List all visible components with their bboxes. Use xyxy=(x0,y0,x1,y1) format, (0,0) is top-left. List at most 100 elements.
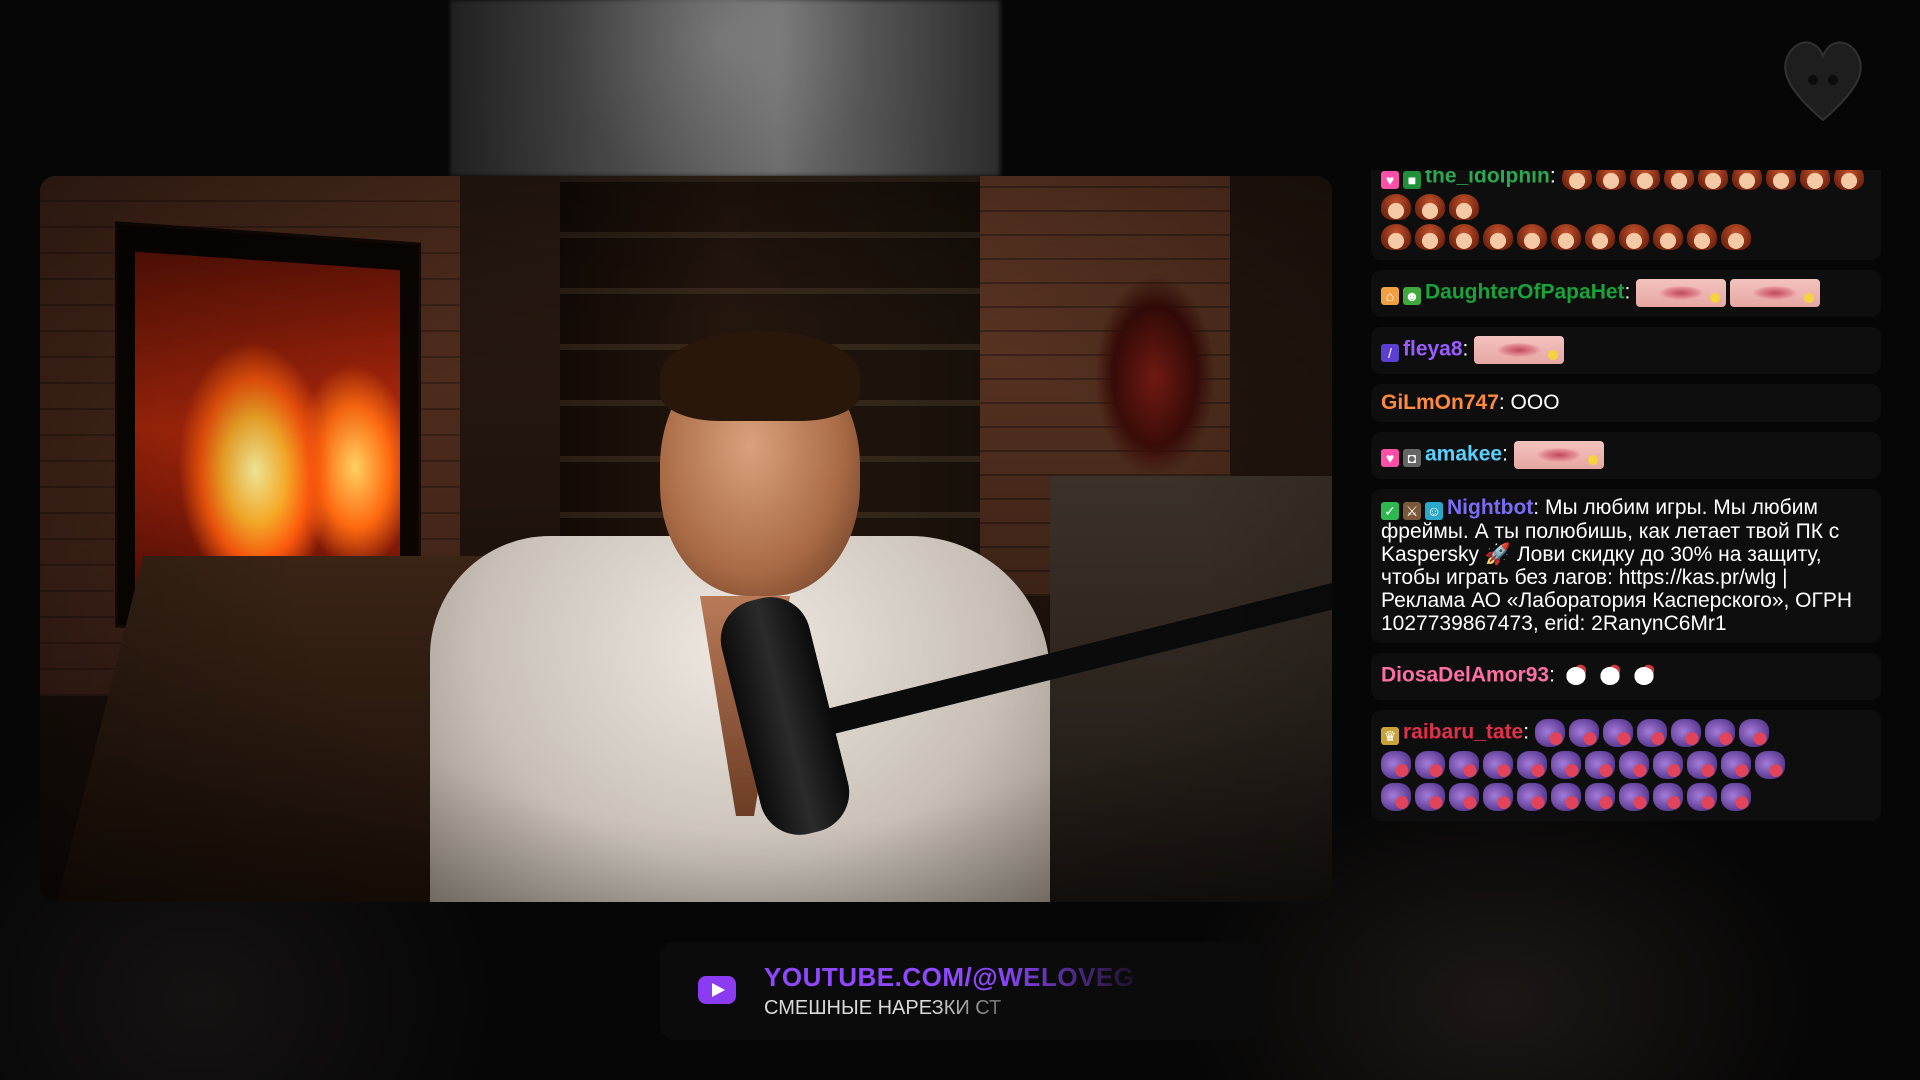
creature-emote xyxy=(1721,751,1751,779)
girl-emote xyxy=(1449,224,1479,250)
creature-emote xyxy=(1653,783,1683,811)
chat-separator: : xyxy=(1624,280,1637,304)
chat-text: ООО xyxy=(1510,391,1560,414)
chat-message: GiLmOn747: ООО xyxy=(1371,384,1881,422)
girl-emote xyxy=(1619,224,1649,250)
creature-emote xyxy=(1551,751,1581,779)
trophy-badge-icon: ♛ xyxy=(1381,726,1399,745)
creature-emote xyxy=(1381,751,1411,779)
girl-emote xyxy=(1381,194,1411,220)
creature-emote xyxy=(1636,719,1667,747)
girl-emote xyxy=(1697,170,1728,190)
chat-panel: ♥ ■ the_idolphin: ⌂ ☻ DaughterOfPapaHet: / fl… xyxy=(1371,170,1881,905)
creature-emote xyxy=(1704,719,1735,747)
chat-message: ♥ ◘ amakee: xyxy=(1371,432,1881,479)
creature-emote xyxy=(1687,751,1717,779)
girl-emote xyxy=(1415,224,1445,250)
creature-emote xyxy=(1602,719,1633,747)
emote-row xyxy=(1381,781,1873,813)
check-badge-icon: ✓ xyxy=(1381,502,1399,520)
creature-emote xyxy=(1534,719,1565,747)
creature-emote xyxy=(1670,719,1701,747)
chat-separator: : xyxy=(1533,496,1545,519)
chat-username[interactable]: fleya8 xyxy=(1403,338,1463,361)
chat-username[interactable]: Nightbot xyxy=(1447,496,1533,519)
horse-emote xyxy=(1628,662,1659,690)
channel-banner[interactable]: YOUTUBE.COM/@WELOVEG СМЕШНЫЕ НАРЕЗКИ СТ xyxy=(660,942,1260,1040)
horse-emote xyxy=(1560,662,1591,690)
chat-username[interactable]: amakee xyxy=(1425,443,1502,466)
girl-emote xyxy=(1483,224,1513,250)
girl-emote xyxy=(1585,224,1615,250)
background-blur-block xyxy=(450,0,1000,176)
chat-username[interactable]: the_idolphin xyxy=(1425,170,1550,188)
girl-emote xyxy=(1799,170,1830,190)
creature-emote xyxy=(1517,783,1547,811)
banner-subtitle: СМЕШНЫЕ НАРЕЗКИ СТ xyxy=(764,997,1002,1019)
girl-emote xyxy=(1731,170,1762,190)
lips-emote xyxy=(1474,336,1565,364)
chat-separator: : xyxy=(1502,442,1514,466)
creature-emote xyxy=(1585,783,1615,811)
girl-emote xyxy=(1449,194,1479,220)
creature-emote xyxy=(1415,751,1445,779)
gamepad-badge-icon: ◘ xyxy=(1403,448,1421,467)
chat-username[interactable]: GiLmOn747 xyxy=(1381,391,1499,414)
horse-emote xyxy=(1594,662,1625,690)
creature-emote xyxy=(1755,751,1785,779)
lips-emote xyxy=(1513,441,1604,469)
banner-title: YOUTUBE.COM/@WELOVEG xyxy=(764,962,1135,992)
chat-separator: : xyxy=(1462,337,1475,361)
sword-badge-icon: ⚔ xyxy=(1403,502,1421,520)
girl-emote xyxy=(1663,170,1694,190)
heart-badge-icon: ♥ xyxy=(1381,170,1399,189)
heart-logo-icon xyxy=(1784,41,1862,122)
robot-badge-icon: ☺ xyxy=(1425,502,1443,520)
frog-badge-icon: ☻ xyxy=(1403,286,1421,305)
girl-emote xyxy=(1561,170,1592,190)
webcam-video xyxy=(40,176,1332,902)
creature-emote xyxy=(1517,751,1547,779)
girl-emote xyxy=(1833,170,1864,190)
creature-emote xyxy=(1449,783,1479,811)
girl-emote xyxy=(1415,194,1445,220)
creature-emote xyxy=(1483,783,1513,811)
chat-separator: : xyxy=(1549,663,1561,687)
chat-message: ✓ ⚔ ☺ Nightbot: Мы любим игры. Мы любим фре… xyxy=(1371,489,1881,643)
emote-row xyxy=(1381,749,1873,781)
rainbow-badge-icon: / xyxy=(1381,343,1399,362)
chat-message: ♥ ■ the_idolphin: xyxy=(1371,170,1881,260)
girl-emote xyxy=(1629,170,1660,190)
chat-message: DiosaDelAmor93: xyxy=(1371,653,1881,700)
chat-separator: : xyxy=(1549,170,1562,188)
girl-emote xyxy=(1765,170,1796,190)
creature-emote xyxy=(1381,783,1411,811)
chat-separator: : xyxy=(1523,720,1535,744)
girl-emote xyxy=(1551,224,1581,250)
creature-emote xyxy=(1449,751,1479,779)
creature-emote xyxy=(1619,783,1649,811)
girl-emote xyxy=(1721,224,1751,250)
girl-emote xyxy=(1595,170,1626,190)
emote-row xyxy=(1381,222,1873,252)
creature-emote xyxy=(1551,783,1581,811)
creature-emote xyxy=(1619,751,1649,779)
chat-message: ⌂ ☻ DaughterOfPapaHet: xyxy=(1371,270,1881,317)
chat-separator: : xyxy=(1498,391,1511,414)
chat-username[interactable]: DaughterOfPapaHet xyxy=(1425,281,1625,304)
video-vignette xyxy=(40,176,1332,902)
chat-username[interactable]: DiosaDelAmor93 xyxy=(1381,664,1549,687)
girl-emote xyxy=(1687,224,1717,250)
creature-emote xyxy=(1483,751,1513,779)
chat-message: / fleya8: xyxy=(1371,327,1881,374)
girl-emote xyxy=(1517,224,1547,250)
creature-emote xyxy=(1653,751,1683,779)
creature-emote xyxy=(1738,719,1769,747)
chat-username[interactable]: raibaru_tate xyxy=(1403,721,1523,744)
creature-emote xyxy=(1721,783,1751,811)
chat-message: ♛ raibaru_tate: xyxy=(1371,710,1881,821)
creature-emote xyxy=(1415,783,1445,811)
bot-badge-icon: ■ xyxy=(1403,170,1421,189)
girl-emote xyxy=(1381,224,1411,250)
girl-emote xyxy=(1653,224,1683,250)
